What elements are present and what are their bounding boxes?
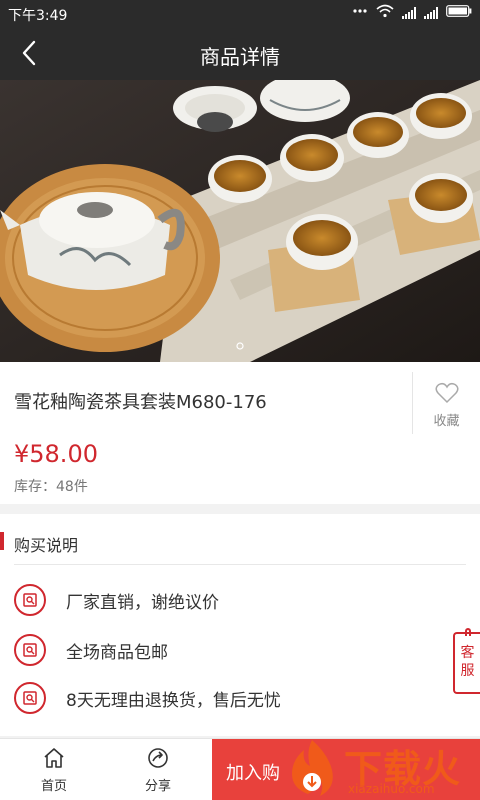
- flame-logo-icon: [292, 740, 333, 796]
- customer-service-label-1: 客: [460, 645, 475, 661]
- purchase-item-text: 厂家直销，谢绝议价: [66, 592, 219, 613]
- purchase-item: 8天无理由退换货，售后无忧: [14, 678, 454, 718]
- tab-home[interactable]: 首页: [14, 747, 94, 794]
- section-accent-bar: [0, 532, 4, 550]
- divider: [14, 564, 466, 565]
- search-doc-icon: [14, 682, 46, 714]
- page-title: 商品详情: [200, 45, 280, 69]
- search-doc-icon: [14, 634, 46, 666]
- product-photo: [0, 80, 480, 362]
- customer-service-label-2: 服: [460, 663, 475, 679]
- purchase-info-section: 购买说明 厂家直销，谢绝议价 全场商品包邮 8天无理由退换货，售后无忧: [0, 514, 480, 736]
- purchase-item-text: 全场商品包邮: [66, 642, 168, 663]
- carousel-indicator: [236, 342, 244, 350]
- dots-icon: [352, 5, 368, 21]
- share-icon: [148, 748, 168, 768]
- purchase-item-text: 8天无理由退换货，售后无忧: [66, 690, 281, 711]
- wifi-icon: [376, 4, 394, 22]
- section-header: 购买说明: [0, 522, 480, 556]
- signal-icon: [402, 7, 416, 19]
- tab-share-label: 分享: [144, 779, 171, 794]
- product-name: 雪花釉陶瓷茶具套装M680-176: [14, 392, 267, 413]
- status-bar: 下午3:49: [0, 0, 480, 26]
- hook-icon: [465, 628, 471, 636]
- product-info: 雪花釉陶瓷茶具套装M680-176 收藏 ¥58.00 库存：48件: [0, 362, 480, 504]
- add-to-cart-label: 加入购: [226, 763, 280, 784]
- tab-home-label: 首页: [40, 779, 67, 794]
- product-image-carousel[interactable]: [0, 80, 480, 362]
- battery-icon: [446, 5, 472, 21]
- search-doc-icon: [14, 584, 46, 616]
- product-stock: 库存：48件: [14, 479, 88, 495]
- favorite-button[interactable]: 收藏: [412, 372, 480, 434]
- favorite-label: 收藏: [433, 414, 460, 429]
- signal-icon-2: [424, 7, 438, 19]
- watermark-url: xiazaihuo.com: [348, 782, 435, 796]
- customer-service-button[interactable]: 客 服: [453, 628, 480, 694]
- nav-bar: 商品详情: [0, 26, 480, 80]
- home-icon: [44, 748, 64, 768]
- tab-share[interactable]: 分享: [118, 747, 198, 794]
- status-time: 下午3:49: [8, 8, 68, 24]
- product-price: ¥58.00: [14, 440, 98, 468]
- status-icons: [352, 4, 472, 22]
- section-title: 购买说明: [14, 536, 79, 555]
- heart-icon: [435, 382, 458, 404]
- watermark: 下载火 xiazaihuo.com: [282, 736, 480, 800]
- purchase-item: 全场商品包邮: [14, 630, 454, 670]
- purchase-item: 厂家直销，谢绝议价: [14, 580, 454, 620]
